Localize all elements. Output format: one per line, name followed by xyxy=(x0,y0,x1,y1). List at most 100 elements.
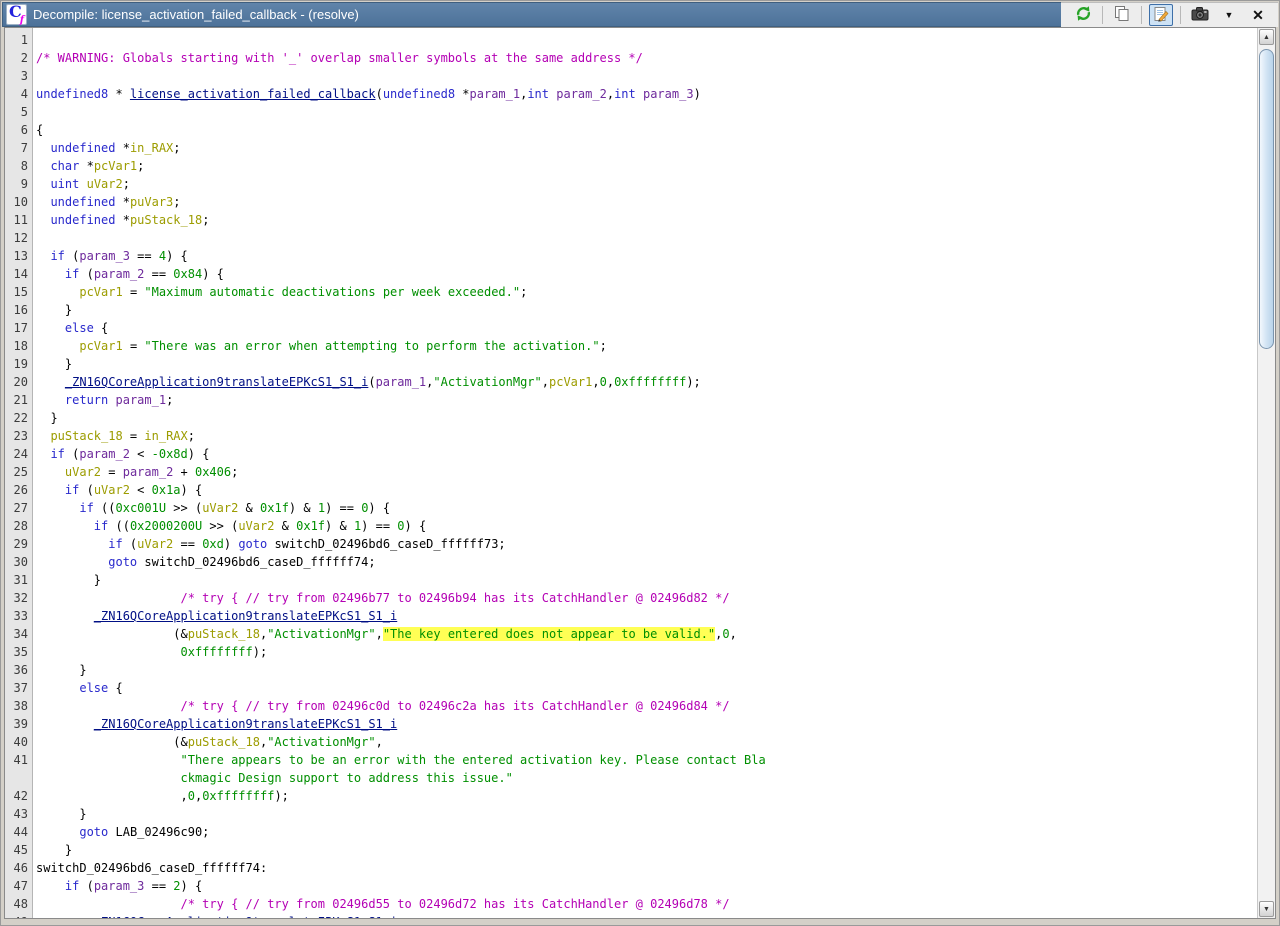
code-line[interactable]: 26 if (uVar2 < 0x1a) { xyxy=(5,481,1258,499)
code-text[interactable]: (&puStack_18,"ActivationMgr", xyxy=(32,733,383,751)
code-line[interactable]: 19 } xyxy=(5,355,1258,373)
code-line[interactable]: 7 undefined *in_RAX; xyxy=(5,139,1258,157)
code-text[interactable]: _ZN16QCoreApplication9translateEPKcS1_S1… xyxy=(32,373,701,391)
code-line[interactable]: 12 xyxy=(5,229,1258,247)
code-line[interactable]: 40 (&puStack_18,"ActivationMgr", xyxy=(5,733,1258,751)
code-text[interactable]: } xyxy=(32,409,58,427)
code-line[interactable]: 48 /* try { // try from 02496d55 to 0249… xyxy=(5,895,1258,913)
code-text[interactable]: goto switchD_02496bd6_caseD_ffffff74; xyxy=(32,553,376,571)
code-line[interactable]: 36 } xyxy=(5,661,1258,679)
code-text[interactable]: { xyxy=(32,121,43,139)
code-text[interactable]: 0xffffffff); xyxy=(32,643,267,661)
code-text[interactable] xyxy=(32,31,36,49)
code-text[interactable] xyxy=(32,103,36,121)
code-line[interactable]: 23 puStack_18 = in_RAX; xyxy=(5,427,1258,445)
code-line[interactable]: 30 goto switchD_02496bd6_caseD_ffffff74; xyxy=(5,553,1258,571)
scroll-down-button[interactable]: ▼ xyxy=(1259,901,1274,917)
code-line[interactable]: 20 _ZN16QCoreApplication9translateEPKcS1… xyxy=(5,373,1258,391)
code-text[interactable]: uint uVar2; xyxy=(32,175,130,193)
code-line[interactable]: 44 goto LAB_02496c90; xyxy=(5,823,1258,841)
code-line[interactable]: 25 uVar2 = param_2 + 0x406; xyxy=(5,463,1258,481)
code-text[interactable]: } xyxy=(32,301,72,319)
code-line[interactable]: 16 } xyxy=(5,301,1258,319)
code-text[interactable]: if (param_3 == 4) { xyxy=(32,247,188,265)
code-line[interactable]: 5 xyxy=(5,103,1258,121)
code-text[interactable]: /* try { // try from 02496d55 to 02496d7… xyxy=(32,895,730,913)
code-line[interactable]: 34 (&puStack_18,"ActivationMgr","The key… xyxy=(5,625,1258,643)
edit-signature-button[interactable] xyxy=(1149,4,1173,26)
code-text[interactable]: else { xyxy=(32,679,123,697)
code-text[interactable]: } xyxy=(32,571,101,589)
code-text[interactable]: /* WARNING: Globals starting with '_' ov… xyxy=(32,49,643,67)
code-text[interactable]: if (uVar2 < 0x1a) { xyxy=(32,481,202,499)
code-line[interactable]: 9 uint uVar2; xyxy=(5,175,1258,193)
code-line[interactable]: 46switchD_02496bd6_caseD_ffffff74: xyxy=(5,859,1258,877)
code-line[interactable]: 18 pcVar1 = "There was an error when att… xyxy=(5,337,1258,355)
code-line[interactable]: 45 } xyxy=(5,841,1258,859)
code-line[interactable]: 37 else { xyxy=(5,679,1258,697)
code-text[interactable]: if ((0x2000200U >> (uVar2 & 0x1f) & 1) =… xyxy=(32,517,426,535)
code-text[interactable]: char *pcVar1; xyxy=(32,157,144,175)
code-line[interactable]: 28 if ((0x2000200U >> (uVar2 & 0x1f) & 1… xyxy=(5,517,1258,535)
code-text[interactable]: /* try { // try from 02496c0d to 02496c2… xyxy=(32,697,730,715)
code-line[interactable]: 24 if (param_2 < -0x8d) { xyxy=(5,445,1258,463)
code-text[interactable]: goto LAB_02496c90; xyxy=(32,823,209,841)
code-line[interactable]: 29 if (uVar2 == 0xd) goto switchD_02496b… xyxy=(5,535,1258,553)
code-text[interactable]: (&puStack_18,"ActivationMgr","The key en… xyxy=(32,625,737,643)
code-line[interactable]: 3 xyxy=(5,67,1258,85)
code-text[interactable]: /* try { // try from 02496b77 to 02496b9… xyxy=(32,589,730,607)
code-line[interactable]: 21 return param_1; xyxy=(5,391,1258,409)
code-line[interactable]: 14 if (param_2 == 0x84) { xyxy=(5,265,1258,283)
code-line[interactable]: 31 } xyxy=(5,571,1258,589)
code-text[interactable]: switchD_02496bd6_caseD_ffffff74: xyxy=(32,859,267,877)
code-line[interactable]: 38 /* try { // try from 02496c0d to 0249… xyxy=(5,697,1258,715)
code-text[interactable]: _ZN16QCoreApplication9translateEPKcS1_S1… xyxy=(32,607,397,625)
code-line[interactable]: 22 } xyxy=(5,409,1258,427)
close-button[interactable]: ✕ xyxy=(1246,4,1270,26)
code-text[interactable]: } xyxy=(32,805,87,823)
code-line[interactable]: 41 "There appears to be an error with th… xyxy=(5,751,1258,769)
decompiled-code-view[interactable]: 12 /* WARNING: Globals starting with '_' … xyxy=(5,28,1258,918)
code-text[interactable]: undefined *in_RAX; xyxy=(32,139,181,157)
code-line[interactable]: 8 char *pcVar1; xyxy=(5,157,1258,175)
code-line[interactable]: 10 undefined *puVar3; xyxy=(5,193,1258,211)
code-text[interactable]: undefined *puStack_18; xyxy=(32,211,209,229)
code-line[interactable]: 49 _ZN16QCoreApplication9translateEPKcS1… xyxy=(5,913,1258,918)
code-line[interactable]: 27 if ((0xc001U >> (uVar2 & 0x1f) & 1) =… xyxy=(5,499,1258,517)
code-text[interactable]: if ((0xc001U >> (uVar2 & 0x1f) & 1) == 0… xyxy=(32,499,390,517)
code-text[interactable]: _ZN16QCoreApplication9translateEPKcS1_S1… xyxy=(32,715,397,733)
code-line[interactable]: 32 /* try { // try from 02496b77 to 0249… xyxy=(5,589,1258,607)
code-text[interactable]: } xyxy=(32,661,87,679)
code-text[interactable]: "There appears to be an error with the e… xyxy=(32,751,766,769)
code-text[interactable] xyxy=(32,67,36,85)
code-text[interactable]: if (uVar2 == 0xd) goto switchD_02496bd6_… xyxy=(32,535,506,553)
code-text[interactable]: if (param_3 == 2) { xyxy=(32,877,202,895)
toolbar-menu-button[interactable]: ▼ xyxy=(1217,4,1241,26)
code-line[interactable]: 2/* WARNING: Globals starting with '_' o… xyxy=(5,49,1258,67)
code-line[interactable]: 35 0xffffffff); xyxy=(5,643,1258,661)
code-text[interactable]: else { xyxy=(32,319,108,337)
code-text[interactable]: } xyxy=(32,355,72,373)
scroll-up-button[interactable]: ▲ xyxy=(1259,29,1274,45)
code-text[interactable]: ckmagic Design support to address this i… xyxy=(32,769,513,787)
code-text[interactable] xyxy=(32,229,36,247)
code-text[interactable]: undefined *puVar3; xyxy=(32,193,181,211)
code-line[interactable]: 13 if (param_3 == 4) { xyxy=(5,247,1258,265)
window-titlebar[interactable]: Cf Decompile: license_activation_failed_… xyxy=(2,2,1278,27)
code-line[interactable]: 4undefined8 * license_activation_failed_… xyxy=(5,85,1258,103)
code-line[interactable]: 42 ,0,0xffffffff); xyxy=(5,787,1258,805)
code-text[interactable]: uVar2 = param_2 + 0x406; xyxy=(32,463,238,481)
code-text[interactable]: ,0,0xffffffff); xyxy=(32,787,289,805)
copy-button[interactable] xyxy=(1110,4,1134,26)
code-text[interactable]: pcVar1 = "Maximum automatic deactivation… xyxy=(32,283,527,301)
snapshot-button[interactable] xyxy=(1188,4,1212,26)
refresh-button[interactable] xyxy=(1071,4,1095,26)
code-text[interactable]: if (param_2 == 0x84) { xyxy=(32,265,224,283)
code-line[interactable]: ckmagic Design support to address this i… xyxy=(5,769,1258,787)
code-line[interactable]: 43 } xyxy=(5,805,1258,823)
code-text[interactable]: if (param_2 < -0x8d) { xyxy=(32,445,209,463)
code-text[interactable]: } xyxy=(32,841,72,859)
scrollbar-thumb[interactable] xyxy=(1259,49,1274,349)
code-text[interactable]: puStack_18 = in_RAX; xyxy=(32,427,195,445)
code-line[interactable]: 47 if (param_3 == 2) { xyxy=(5,877,1258,895)
